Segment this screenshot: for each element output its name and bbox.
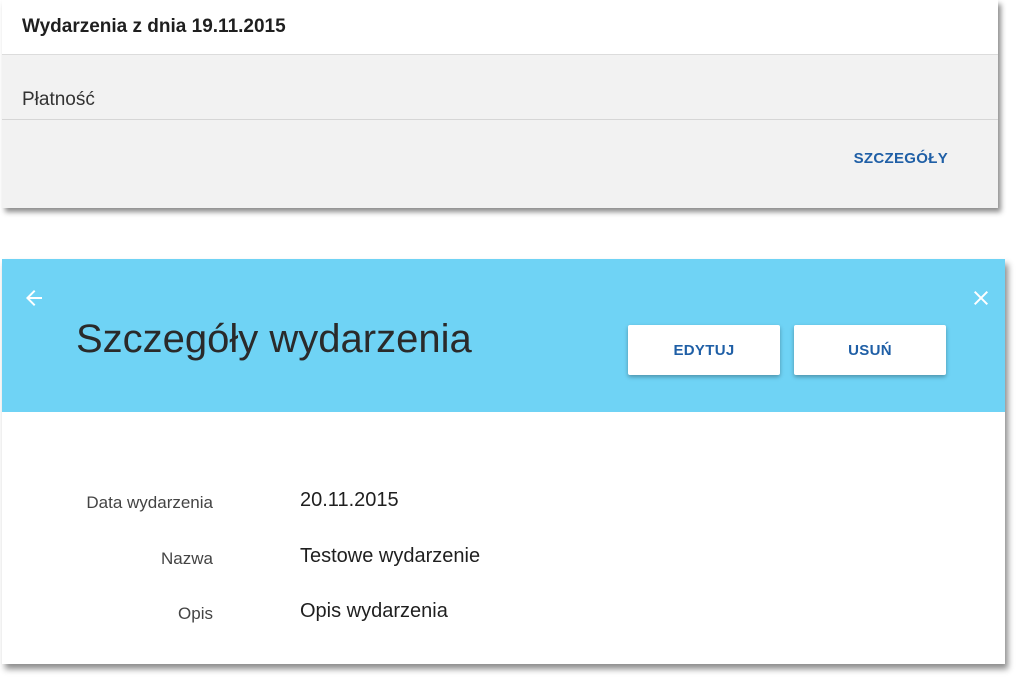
field-label-date: Data wydarzenia [86,493,213,512]
field-row-name: Nazwa Testowe wydarzenie [2,545,1005,575]
arrow-left-icon[interactable] [22,286,46,310]
page-title: Szczegóły wydarzenia [76,317,472,361]
field-row-description: Opis Opis wydarzenia [2,600,1005,630]
field-label-description: Opis [178,604,213,623]
delete-button[interactable]: USUŃ [794,325,946,375]
field-value-description: Opis wydarzenia [300,600,448,622]
field-label-name: Nazwa [161,549,213,568]
details-card: Szczegóły wydarzenia EDYTUJ USUŃ Data wy… [2,259,1005,664]
details-banner: Szczegóły wydarzenia EDYTUJ USUŃ [2,259,1005,412]
details-link[interactable]: SZCZEGÓŁY [854,150,948,167]
events-header: Wydarzenia z dnia 19.11.2015 [2,0,998,55]
field-value-name: Testowe wydarzenie [300,545,481,567]
field-row-date: Data wydarzenia 20.11.2015 [2,489,1005,519]
events-title: Wydarzenia z dnia 19.11.2015 [22,16,286,37]
events-card: Wydarzenia z dnia 19.11.2015 Płatność SZ… [2,0,998,208]
field-value-date: 20.11.2015 [300,489,399,511]
event-type: Płatność [22,89,95,110]
event-actions: SZCZEGÓŁY [2,120,998,208]
close-icon[interactable] [969,286,993,310]
edit-button[interactable]: EDYTUJ [628,325,780,375]
event-row[interactable]: Płatność [2,55,998,120]
